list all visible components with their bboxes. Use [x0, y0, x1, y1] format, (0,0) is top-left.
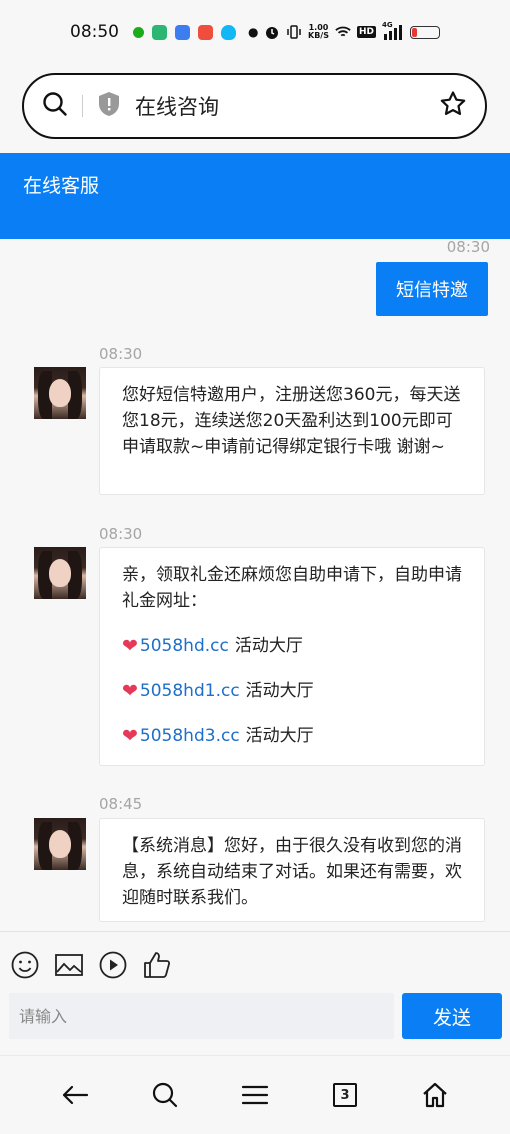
address-bar-container: 在线咨询	[0, 64, 510, 153]
app-green-icon	[152, 24, 167, 40]
message-input[interactable]	[9, 993, 394, 1039]
smiley-icon[interactable]	[10, 950, 40, 980]
link-url[interactable]: 5058hd1.cc	[140, 678, 240, 704]
link-row: ❤ 5058hd1.cc 活动大厅	[122, 678, 462, 704]
signal-icon: 4G	[382, 21, 404, 40]
heart-icon: ❤	[122, 680, 138, 702]
chat-title: 在线客服	[23, 175, 100, 197]
system-message-bubble[interactable]: 【系统消息】您好，由于很久没有收到您的消息，系统自动结束了对话。如果还有需要，欢…	[99, 818, 485, 922]
address-bar[interactable]: 在线咨询	[22, 73, 487, 139]
star-icon[interactable]	[439, 90, 467, 122]
image-icon[interactable]	[54, 950, 84, 980]
link-url[interactable]: 5058hd.cc	[140, 633, 229, 659]
composer-tools	[10, 950, 172, 980]
link-row: ❤ 5058hd3.cc 活动大厅	[122, 723, 462, 749]
battery-icon	[410, 25, 440, 39]
alarm-icon	[264, 24, 280, 40]
status-app-icons	[133, 24, 236, 40]
message-text: 【系统消息】您好，由于很久没有收到您的消息，系统自动结束了对话。如果还有需要，欢…	[122, 836, 462, 908]
heart-icon: ❤	[122, 725, 138, 747]
agent-avatar[interactable]	[34, 367, 86, 419]
composer: 发送	[0, 931, 510, 1055]
vibrate-icon	[286, 24, 302, 40]
link-label: 活动大厅	[245, 726, 314, 746]
message-timestamp: 08:30	[99, 525, 143, 543]
video-icon[interactable]	[98, 950, 128, 980]
search-icon[interactable]	[42, 91, 68, 121]
agent-avatar[interactable]	[34, 818, 86, 870]
message-text: 您好短信特邀用户，注册送您360元，每天送您18元，连续送您20天盈利达到100…	[122, 385, 461, 457]
signal-label: 4G	[382, 21, 393, 29]
message-timestamp: 08:30	[99, 345, 143, 363]
status-right: 1.00 KB/S HD 4G	[264, 21, 440, 40]
thumbs-up-icon[interactable]	[142, 950, 172, 980]
address-text[interactable]: 在线咨询	[135, 91, 439, 121]
hd-badge: HD	[356, 26, 376, 38]
search-icon[interactable]	[145, 1075, 185, 1115]
chat-header: 在线客服	[0, 153, 510, 239]
notification-dot-icon: ●	[248, 25, 259, 39]
net-speed-unit: KB/S	[308, 31, 329, 40]
tab-count: 3	[333, 1083, 357, 1107]
shield-icon[interactable]	[97, 91, 121, 121]
qq-icon	[221, 24, 236, 40]
send-button[interactable]: 发送	[402, 993, 502, 1039]
tabs-button[interactable]: 3	[325, 1075, 365, 1115]
link-label: 活动大厅	[245, 681, 314, 701]
status-time: 08:50	[70, 22, 119, 42]
wechat-icon	[133, 26, 144, 38]
net-speed: 1.00 KB/S	[308, 24, 329, 40]
chat-area[interactable]: 08:30 短信特邀 08:30 您好短信特邀用户，注册送您360元，每天送您1…	[0, 239, 510, 931]
app-red-icon	[198, 24, 213, 40]
message-text: 亲，领取礼金还麻烦您自助申请下，自助申请礼金网址：	[122, 565, 462, 611]
message-timestamp: 08:45	[99, 795, 143, 813]
home-icon[interactable]	[415, 1075, 455, 1115]
app-blue-icon	[175, 24, 190, 40]
heart-icon: ❤	[122, 635, 138, 657]
link-url[interactable]: 5058hd3.cc	[140, 723, 240, 749]
received-message-bubble[interactable]: 亲，领取礼金还麻烦您自助申请下，自助申请礼金网址： ❤ 5058hd.cc 活动…	[99, 547, 485, 766]
browser-nav-bar: 3	[0, 1055, 510, 1134]
status-bar: 08:50 ● 1.00 KB/S HD 4G	[0, 0, 510, 64]
received-message-bubble[interactable]: 您好短信特邀用户，注册送您360元，每天送您18元，连续送您20天盈利达到100…	[99, 367, 485, 495]
agent-avatar[interactable]	[34, 547, 86, 599]
menu-icon[interactable]	[235, 1075, 275, 1115]
back-arrow-icon[interactable]	[55, 1075, 95, 1115]
link-label: 活动大厅	[234, 636, 303, 656]
search-divider	[82, 95, 83, 117]
link-row: ❤ 5058hd.cc 活动大厅	[122, 633, 462, 659]
wifi-icon	[335, 24, 351, 40]
sent-message-bubble[interactable]: 短信特邀	[376, 262, 488, 316]
message-timestamp: 08:30	[446, 239, 490, 256]
